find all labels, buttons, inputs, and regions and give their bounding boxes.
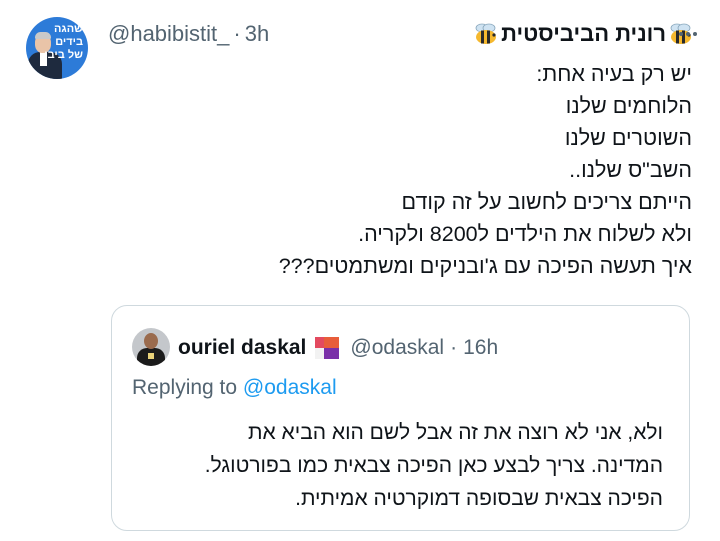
replying-to-handle-link[interactable]: @odaskal xyxy=(243,376,337,399)
more-horizontal-icon[interactable] xyxy=(676,22,700,46)
tweet-text-line: איך תעשה הפיכה עם ג'ובניקים ומשתמטים??? xyxy=(278,254,692,278)
quoted-tweet-header: ouriel daskal @odaskal · 16h xyxy=(178,334,498,362)
avatar-shirt-logo xyxy=(148,353,154,359)
quoted-text-line: ולא, אני לא רוצה את זה אבל לשם הוא הביא … xyxy=(248,421,663,444)
quoted-author-handle[interactable]: @odaskal xyxy=(350,336,444,360)
tweet-time[interactable]: 3h xyxy=(245,21,269,47)
bee-emoji-icon xyxy=(475,23,497,44)
author-display-name: רונית הביביסטית xyxy=(501,21,666,46)
meta-separator: · xyxy=(450,336,458,359)
author-name-group[interactable]: רונית הביביסטית xyxy=(473,21,694,47)
quoted-tweet-time[interactable]: 16h xyxy=(463,336,498,360)
replying-to: Replying to @odaskal xyxy=(132,376,337,400)
tweet-text: יש רק בעיה אחת: הלוחמים שלנו השוטרים שלנ… xyxy=(102,58,692,282)
tweet-header: @habibistit_ · 3h רונית הביביסטית xyxy=(108,20,694,48)
avatar-figure-head xyxy=(144,333,158,349)
tweet-text-line: ולא לשלוח את הילדים ל8200 ולקריה. xyxy=(358,222,692,246)
quoted-author-avatar[interactable] xyxy=(132,328,170,366)
tweet-text-line: השב"ס שלנו.. xyxy=(569,158,692,182)
quoted-text-line: המדינה. צריך לבצע כאן הפיכה צבאית כמו בפ… xyxy=(204,454,663,477)
tweet-text-line: יש רק בעיה אחת: xyxy=(536,62,692,86)
flag-emoji-icon xyxy=(315,337,340,359)
quoted-author-display-name[interactable]: ouriel daskal xyxy=(178,336,306,360)
tweet-text-line: השוטרים שלנו xyxy=(564,126,692,150)
meta-separator: · xyxy=(233,21,241,46)
tweet-text-line: הייתם צריכים לחשוב על זה קודם xyxy=(401,190,692,214)
author-avatar[interactable]: שהגה בידים של ביבי xyxy=(26,17,88,79)
tweet-text-line: הלוחמים שלנו xyxy=(565,94,692,118)
quoted-tweet-card[interactable]: ouriel daskal @odaskal · 16h Replying to… xyxy=(111,305,690,531)
quoted-text-line: הפיכה צבאית שבסופה דמוקרטיה אמיתית. xyxy=(295,487,663,510)
author-meta: @habibistit_ · 3h xyxy=(108,21,269,47)
replying-prefix: Replying to xyxy=(132,376,238,399)
avatar-text: שהגה בידים של ביבי xyxy=(44,23,83,61)
quoted-tweet-text: ולא, אני לא רוצה את זה אבל לשם הוא הביא … xyxy=(123,416,663,515)
author-handle[interactable]: @habibistit_ xyxy=(108,21,229,47)
